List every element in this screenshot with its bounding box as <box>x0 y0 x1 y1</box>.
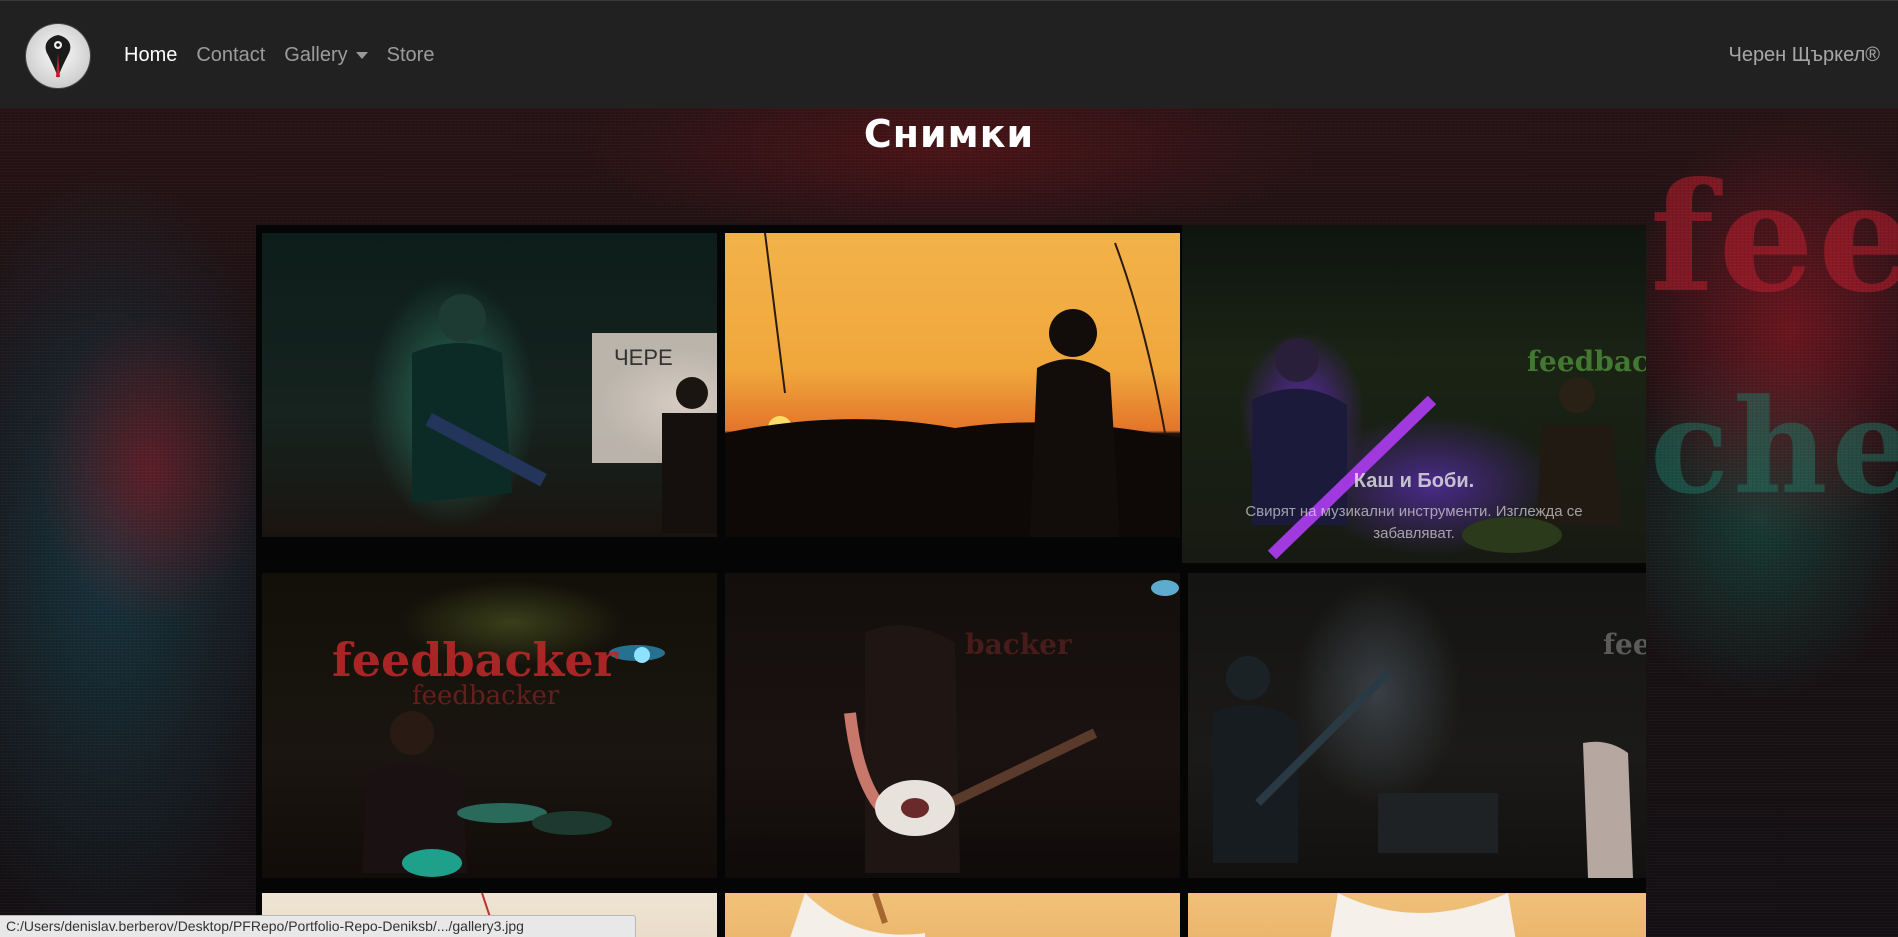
caption-text: Свирят на музикални инструменти. Изглежд… <box>1245 503 1583 542</box>
portrait-figure <box>1330 893 1516 937</box>
chevron-down-icon <box>355 51 368 59</box>
nav-contact[interactable]: Contact <box>196 44 265 67</box>
background-text: cher <box>1650 370 1898 523</box>
gallery-photo-drummer[interactable]: feedbacker feedbacker <box>262 573 717 878</box>
caption-title: Каш и Боби. <box>1353 470 1475 492</box>
gallery-photo-portrait-3[interactable] <box>1188 893 1646 937</box>
banner-text: ЧЕРЕ <box>614 345 673 370</box>
banner-logo-text: feedbacker <box>332 633 618 687</box>
band-figures <box>1213 656 1633 878</box>
banner-logo-text: backer <box>965 628 1072 661</box>
banner-logo-text: feedbacker <box>1527 345 1646 378</box>
gallery-photo-guitar-closeup[interactable]: backer <box>725 573 1180 878</box>
background-text: fee <box>1650 150 1898 326</box>
stork-logo[interactable] <box>26 24 90 88</box>
drummer-figure <box>362 645 665 877</box>
guitarist-figure <box>412 294 717 533</box>
gallery-photo-guitarist[interactable]: ЧЕРЕ <box>262 233 717 537</box>
gallery-photo-kash-and-bobi[interactable]: feedbacker Каш и Боби. Свирят на музикал… <box>1182 225 1646 563</box>
banner-logo-text-secondary: feedbacker <box>412 681 560 711</box>
portrait-figure <box>790 893 925 937</box>
gallery-photo-sunset[interactable] <box>725 233 1180 537</box>
gallery-photo-band-stage[interactable]: fee <box>1188 573 1646 878</box>
page-title: Снимки <box>863 112 1035 156</box>
nav-links: Home Contact Gallery Store <box>124 1 434 109</box>
nav-gallery-label: Gallery <box>284 43 348 66</box>
top-navbar: Home Contact Gallery Store Черен Щъркел® <box>0 0 1898 108</box>
nav-home[interactable]: Home <box>124 44 177 67</box>
silhouette-figure <box>725 233 1180 537</box>
browser-status-bar: C:/Users/denislav.berberov/Desktop/PFRep… <box>0 915 636 937</box>
brand-name[interactable]: Черен Щъркел® <box>1728 1 1880 109</box>
stork-head-icon <box>45 35 71 78</box>
nav-store[interactable]: Store <box>387 44 435 67</box>
gallery-photo-portrait-2[interactable] <box>725 893 1180 937</box>
banner-logo-text: fee <box>1603 628 1646 661</box>
guitarist-figure <box>844 580 1179 873</box>
photo-caption: Каш и Боби. Свирят на музикални инструме… <box>1182 470 1646 545</box>
nav-gallery-dropdown[interactable]: Gallery <box>284 43 368 67</box>
photo-gallery: ЧЕРЕ feedbacker Каш и Боби. Свирят на му… <box>256 225 1646 937</box>
